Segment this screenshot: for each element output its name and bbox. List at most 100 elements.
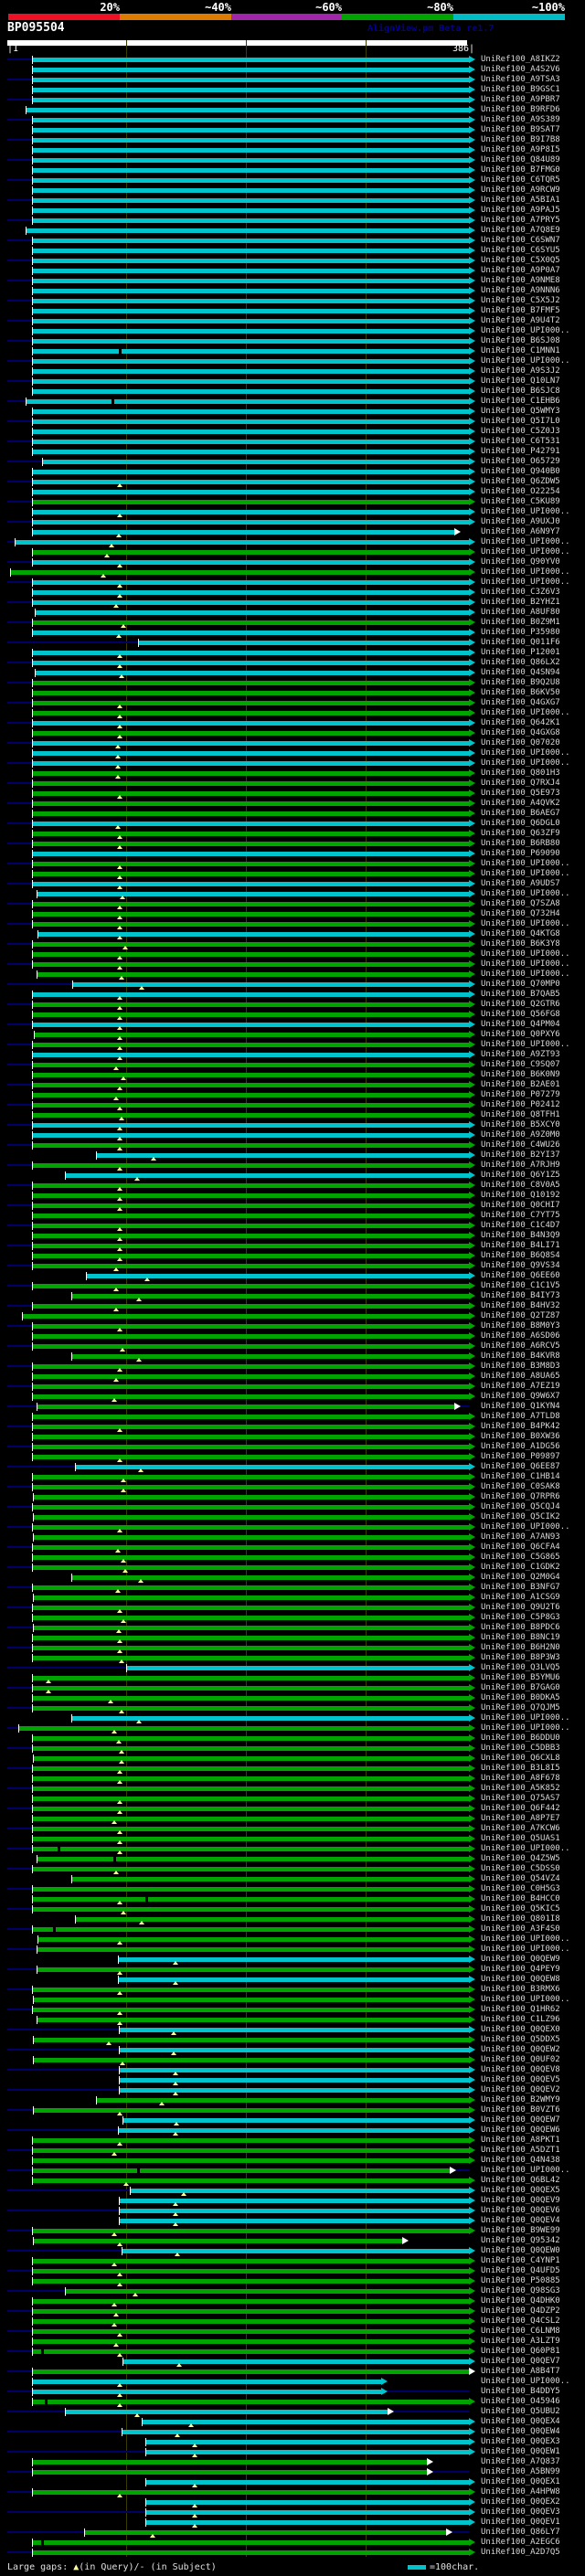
hit-bar[interactable] [33, 862, 469, 866]
hit-bar[interactable] [34, 1998, 469, 2002]
hit-bar[interactable] [33, 148, 469, 153]
hit-label[interactable]: UniRef100_Q0UF02 [481, 2055, 560, 2064]
hit-bar[interactable] [72, 1294, 469, 1299]
hit-bar[interactable] [33, 832, 469, 836]
hit-bar[interactable] [33, 188, 469, 193]
hit-bar[interactable] [33, 480, 469, 484]
hit-label[interactable]: UniRef100_B4HCC0 [481, 1894, 560, 1903]
hit-bar[interactable] [76, 1917, 469, 1922]
hit-label[interactable]: UniRef100_Q0QEV3 [481, 2507, 560, 2517]
hit-label[interactable]: UniRef100_A7EZ19 [481, 1382, 560, 1391]
hit-label[interactable]: UniRef100_A4S2V6 [481, 65, 560, 74]
hit-bar[interactable] [33, 872, 469, 876]
hit-label[interactable]: UniRef100_Q4PEY9 [481, 1965, 560, 1974]
hit-label[interactable]: UniRef100_Q95342 [481, 2236, 560, 2245]
hit-bar[interactable] [33, 902, 469, 906]
hit-bar[interactable] [33, 198, 469, 203]
hit-label[interactable]: UniRef100_UPI000.. [481, 758, 570, 768]
hit-bar[interactable] [66, 2410, 388, 2414]
hit-label[interactable]: UniRef100_Q10LN7 [481, 376, 560, 386]
hit-bar[interactable] [33, 239, 469, 243]
hit-bar[interactable] [33, 1143, 469, 1148]
hit-label[interactable]: UniRef100_Q4CSL2 [481, 2316, 560, 2326]
hit-bar[interactable] [33, 2339, 469, 2344]
hit-bar[interactable] [33, 942, 469, 947]
hit-label[interactable]: UniRef100_A7AN93 [481, 1532, 560, 1542]
hit-label[interactable]: UniRef100_Q0QEX2 [481, 2497, 560, 2507]
hit-label[interactable]: UniRef100_Q5UAS1 [481, 1834, 560, 1843]
hit-label[interactable]: UniRef100_B6K3Y8 [481, 939, 560, 949]
hit-label[interactable]: UniRef100_C6SWN7 [481, 236, 560, 245]
hit-label[interactable]: UniRef100_C7YT75 [481, 1211, 560, 1220]
hit-label[interactable]: UniRef100_Q8TFH1 [481, 1110, 560, 1119]
hit-label[interactable]: UniRef100_Q56FG8 [481, 1010, 560, 1019]
hit-label[interactable]: UniRef100_Q98SG3 [481, 2286, 560, 2295]
hit-label[interactable]: UniRef100_P07279 [481, 1090, 560, 1099]
hit-bar[interactable] [33, 329, 469, 334]
hit-bar[interactable] [33, 882, 469, 886]
hit-bar[interactable] [33, 711, 469, 716]
hit-bar[interactable] [33, 2400, 469, 2404]
hit-bar[interactable] [43, 460, 469, 464]
hit-label[interactable]: UniRef100_UPI000.. [481, 859, 570, 868]
hit-bar[interactable] [33, 1394, 469, 1399]
hit-bar[interactable] [33, 1616, 469, 1620]
hit-label[interactable]: UniRef100_C5DBB3 [481, 1744, 560, 1753]
hit-label[interactable]: UniRef100_C1LZ96 [481, 2015, 560, 2024]
hit-label[interactable]: UniRef100_C8V0A5 [481, 1181, 560, 1190]
hit-label[interactable]: UniRef100_Q5KIC5 [481, 1904, 560, 1913]
hit-label[interactable]: UniRef100_B6K0N9 [481, 1070, 560, 1079]
hit-bar[interactable] [33, 2349, 469, 2354]
hit-bar[interactable] [34, 1626, 469, 1630]
hit-label[interactable]: UniRef100_A9PAJ5 [481, 206, 560, 215]
hit-bar[interactable] [33, 1193, 469, 1198]
hit-label[interactable]: UniRef100_UPI000.. [481, 1723, 570, 1733]
hit-label[interactable]: UniRef100_Q5WMY3 [481, 407, 560, 416]
hit-label[interactable]: UniRef100_Q6DGL0 [481, 819, 560, 828]
hit-bar[interactable] [33, 1565, 469, 1570]
hit-label[interactable]: UniRef100_B0Z9M1 [481, 618, 560, 627]
hit-bar[interactable] [33, 1073, 469, 1077]
hit-label[interactable]: UniRef100_Q60P81 [481, 2347, 560, 2356]
hit-label[interactable]: UniRef100_UPI000.. [481, 869, 570, 878]
hit-bar[interactable] [33, 349, 469, 354]
hit-label[interactable]: UniRef100_Q4Z5W5 [481, 1854, 560, 1863]
hit-bar[interactable] [33, 2380, 381, 2384]
hit-bar[interactable] [33, 319, 469, 323]
hit-bar[interactable] [33, 1384, 469, 1389]
hit-label[interactable]: UniRef100_Q6ZDW5 [481, 477, 560, 486]
hit-bar[interactable] [33, 1203, 469, 1208]
hit-bar[interactable] [33, 2369, 469, 2374]
hit-bar[interactable] [33, 1525, 469, 1530]
hit-bar[interactable] [33, 269, 469, 273]
hit-bar[interactable] [119, 2128, 469, 2133]
hit-label[interactable]: UniRef100_Q5E973 [481, 789, 560, 798]
hit-label[interactable]: UniRef100_B4IY73 [481, 1291, 560, 1300]
hit-label[interactable]: UniRef100_A7Q837 [481, 2457, 560, 2466]
hit-bar[interactable] [37, 2018, 469, 2022]
hit-bar[interactable] [33, 369, 469, 374]
hit-label[interactable]: UniRef100_C5G865 [481, 1553, 560, 1562]
hit-label[interactable]: UniRef100_A7Q8E9 [481, 226, 560, 235]
hit-label[interactable]: UniRef100_A9RCW9 [481, 186, 560, 195]
hit-label[interactable]: UniRef100_P12001 [481, 648, 560, 657]
hit-bar[interactable] [33, 2158, 469, 2163]
hit-label[interactable]: UniRef100_P42791 [481, 447, 560, 456]
hit-bar[interactable] [37, 892, 469, 896]
hit-label[interactable]: UniRef100_A9TSA3 [481, 75, 560, 84]
hit-bar[interactable] [33, 1746, 469, 1751]
hit-label[interactable]: UniRef100_P02412 [481, 1100, 560, 1109]
hit-label[interactable]: UniRef100_C5KU89 [481, 497, 560, 506]
hit-label[interactable]: UniRef100_Q4DZP2 [481, 2306, 560, 2316]
hit-label[interactable]: UniRef100_B3L8I5 [481, 1764, 560, 1773]
hit-bar[interactable] [33, 309, 469, 313]
hit-label[interactable]: UniRef100_A5BN99 [481, 2467, 560, 2476]
hit-bar[interactable] [33, 2490, 469, 2495]
hit-bar[interactable] [33, 1284, 469, 1288]
hit-bar[interactable] [33, 631, 469, 635]
hit-bar[interactable] [11, 570, 469, 575]
hit-label[interactable]: UniRef100_Q07020 [481, 738, 560, 747]
hit-label[interactable]: UniRef100_Q5DDX5 [481, 2035, 560, 2044]
hit-bar[interactable] [33, 1012, 469, 1017]
hit-label[interactable]: UniRef100_Q011F6 [481, 638, 560, 647]
